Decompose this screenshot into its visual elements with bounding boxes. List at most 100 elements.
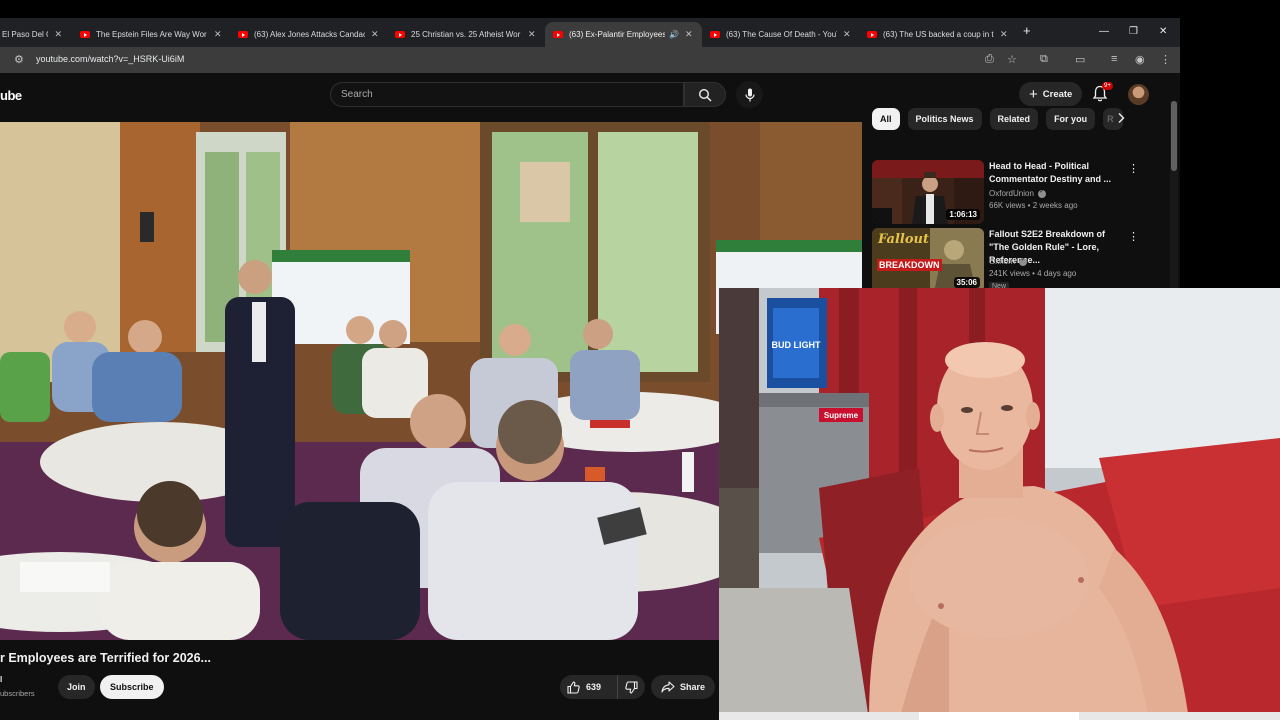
restore-icon[interactable]: ❐ bbox=[1129, 26, 1138, 37]
video-duration: 1:06:13 bbox=[946, 209, 980, 220]
filter-chips: All Politics News Related For you R bbox=[872, 108, 1124, 130]
tab-close-icon[interactable]: ✕ bbox=[685, 29, 693, 40]
user-avatar[interactable] bbox=[1128, 84, 1149, 105]
tab-close-icon[interactable]: ✕ bbox=[1000, 29, 1008, 40]
browser-tab[interactable]: (63) Alex Jones Attacks Candac ✕ bbox=[230, 22, 387, 47]
more-actions-icon[interactable]: ⋮ bbox=[1128, 230, 1139, 243]
webcam-frame-person: Supreme BUD LIGHT bbox=[719, 288, 1280, 720]
chevron-right-icon[interactable] bbox=[1116, 112, 1126, 124]
create-button[interactable]: + Create bbox=[1019, 82, 1083, 106]
recommendation-item[interactable]: 1:06:13 Head to Head - Political Comment… bbox=[872, 160, 1162, 224]
plus-icon: + bbox=[1029, 85, 1038, 103]
tab-title: (63) Ex-Palantir Employees bbox=[569, 30, 665, 39]
share-button[interactable]: Share bbox=[651, 675, 716, 699]
search-icon bbox=[698, 88, 712, 101]
tab-title: El Paso Del G bbox=[2, 30, 49, 39]
tab-title: 25 Christian vs. 25 Atheist Wor bbox=[411, 30, 521, 39]
youtube-favicon-icon bbox=[238, 31, 248, 38]
thumbs-down-icon bbox=[625, 680, 638, 694]
install-app-icon[interactable]: ⎙ bbox=[985, 53, 994, 66]
recommendation-title[interactable]: Head to Head - Political Commentator Des… bbox=[989, 160, 1121, 186]
youtube-logo[interactable]: ube bbox=[0, 88, 22, 103]
notification-count-badge: 9+ bbox=[1102, 82, 1113, 90]
chip-politics-news[interactable]: Politics News bbox=[907, 108, 982, 130]
thumbs-up-icon bbox=[567, 680, 580, 694]
browser-tab[interactable]: El Paso Del G ✕ bbox=[0, 22, 70, 47]
chip-all[interactable]: All bbox=[872, 108, 900, 130]
like-button[interactable]: 639 bbox=[560, 675, 618, 699]
share-icon bbox=[661, 681, 675, 693]
browser-tab-active[interactable]: (63) Ex-Palantir Employees 🔊 ✕ bbox=[545, 22, 702, 47]
extensions-icon[interactable]: ⧉ bbox=[1040, 53, 1048, 66]
search-button[interactable] bbox=[684, 82, 726, 107]
speaker-icon[interactable]: 🔊 bbox=[669, 30, 679, 39]
browser-tab[interactable]: 25 Christian vs. 25 Atheist Wor ✕ bbox=[387, 22, 544, 47]
subscribe-button[interactable]: Subscribe bbox=[100, 675, 164, 699]
more-actions-icon[interactable]: ⋮ bbox=[1128, 162, 1139, 175]
video-thumbnail[interactable]: 1:06:13 bbox=[872, 160, 984, 224]
bookmark-star-icon[interactable]: ☆ bbox=[1007, 53, 1017, 66]
media-control-icon[interactable]: ≡ bbox=[1111, 53, 1117, 65]
verified-icon bbox=[1037, 188, 1046, 198]
video-thumbnail[interactable]: Fallout BREAKDOWN 35:06 bbox=[872, 228, 984, 292]
browser-tab[interactable]: (63) The Cause Of Death - YouT ✕ bbox=[702, 22, 859, 47]
tab-title: (63) The Cause Of Death - YouT bbox=[726, 30, 837, 39]
site-settings-icon[interactable]: ⚙ bbox=[14, 53, 24, 66]
profile-icon[interactable]: ◉ bbox=[1135, 53, 1145, 66]
tab-title: The Epstein Files Are Way Wor bbox=[96, 30, 207, 39]
sticker-text: Supreme bbox=[824, 411, 859, 420]
channel-name[interactable]: OxfordUnion bbox=[989, 188, 1046, 198]
recommendation-item[interactable]: Fallout BREAKDOWN 35:06 Fallout S2E2 Bre… bbox=[872, 228, 1162, 292]
verified-icon bbox=[1019, 256, 1028, 266]
channel-label: OxfordUnion bbox=[989, 189, 1034, 198]
url-field[interactable]: youtube.com/watch?v=_HSRK-Ui6iM bbox=[36, 54, 184, 64]
thumbnail-subtitle-text: BREAKDOWN bbox=[877, 259, 942, 271]
subscriber-count: ubscribers bbox=[0, 689, 35, 698]
tab-strip: El Paso Del G ✕ The Epstein Files Are Wa… bbox=[0, 18, 1180, 47]
tab-title: (63) Alex Jones Attacks Candac bbox=[254, 30, 365, 39]
tab-close-icon[interactable]: ✕ bbox=[371, 29, 379, 40]
join-button[interactable]: Join bbox=[58, 675, 95, 699]
tab-close-icon[interactable]: ✕ bbox=[54, 29, 62, 40]
search-input[interactable]: Search bbox=[330, 82, 684, 107]
tab-title: (63) The US backed a coup in t bbox=[883, 30, 994, 39]
youtube-favicon-icon bbox=[80, 31, 90, 38]
tab-close-icon[interactable]: ✕ bbox=[528, 29, 536, 40]
create-label: Create bbox=[1042, 88, 1073, 100]
youtube-favicon-icon bbox=[710, 31, 720, 38]
chip-related[interactable]: Related bbox=[989, 108, 1039, 130]
channel-name[interactable]: Oxhorn bbox=[989, 256, 1028, 266]
youtube-favicon-icon bbox=[395, 31, 405, 38]
chip-for-you[interactable]: For you bbox=[1046, 108, 1096, 130]
share-label: Share bbox=[680, 682, 706, 692]
page-scrollbar[interactable] bbox=[1170, 101, 1178, 288]
tab-close-icon[interactable]: ✕ bbox=[214, 29, 222, 40]
video-duration: 35:06 bbox=[953, 277, 980, 288]
can-text: BUD LIGHT bbox=[772, 340, 821, 350]
microphone-icon bbox=[744, 88, 755, 101]
cast-icon[interactable]: ▭ bbox=[1075, 53, 1085, 66]
browser-tab[interactable]: The Epstein Files Are Way Wor ✕ bbox=[72, 22, 230, 47]
new-tab-button[interactable]: + bbox=[1023, 23, 1031, 38]
video-meta: 241K views • 4 days ago bbox=[989, 269, 1077, 278]
tab-close-icon[interactable]: ✕ bbox=[843, 29, 851, 40]
like-dislike-group: 639 bbox=[560, 675, 645, 699]
youtube-favicon-icon bbox=[867, 31, 877, 38]
video-title: r Employees are Terrified for 2026... bbox=[0, 651, 211, 665]
video-details: r Employees are Terrified for 2026... l … bbox=[0, 640, 719, 720]
youtube-favicon-icon bbox=[553, 31, 563, 38]
browser-menu-icon[interactable]: ⋮ bbox=[1160, 53, 1171, 66]
video-meta: 66K views • 2 weeks ago bbox=[989, 201, 1078, 210]
channel-label: Oxhorn bbox=[989, 257, 1016, 266]
close-window-icon[interactable]: ✕ bbox=[1159, 26, 1167, 37]
voice-search-button[interactable] bbox=[736, 81, 763, 108]
dislike-button[interactable] bbox=[618, 675, 645, 699]
minimize-icon[interactable]: — bbox=[1099, 26, 1109, 37]
address-bar: ⚙ youtube.com/watch?v=_HSRK-Ui6iM ⎙ ☆ ⧉ … bbox=[0, 47, 1180, 73]
like-count: 639 bbox=[586, 682, 602, 692]
scrollbar-thumb[interactable] bbox=[1171, 101, 1177, 171]
thumbnail-title-text: Fallout bbox=[878, 232, 929, 247]
channel-name-fragment[interactable]: l bbox=[0, 675, 2, 684]
webcam-overlay: Supreme BUD LIGHT bbox=[719, 288, 1280, 720]
browser-tab[interactable]: (63) The US backed a coup in t ✕ bbox=[859, 22, 1016, 47]
